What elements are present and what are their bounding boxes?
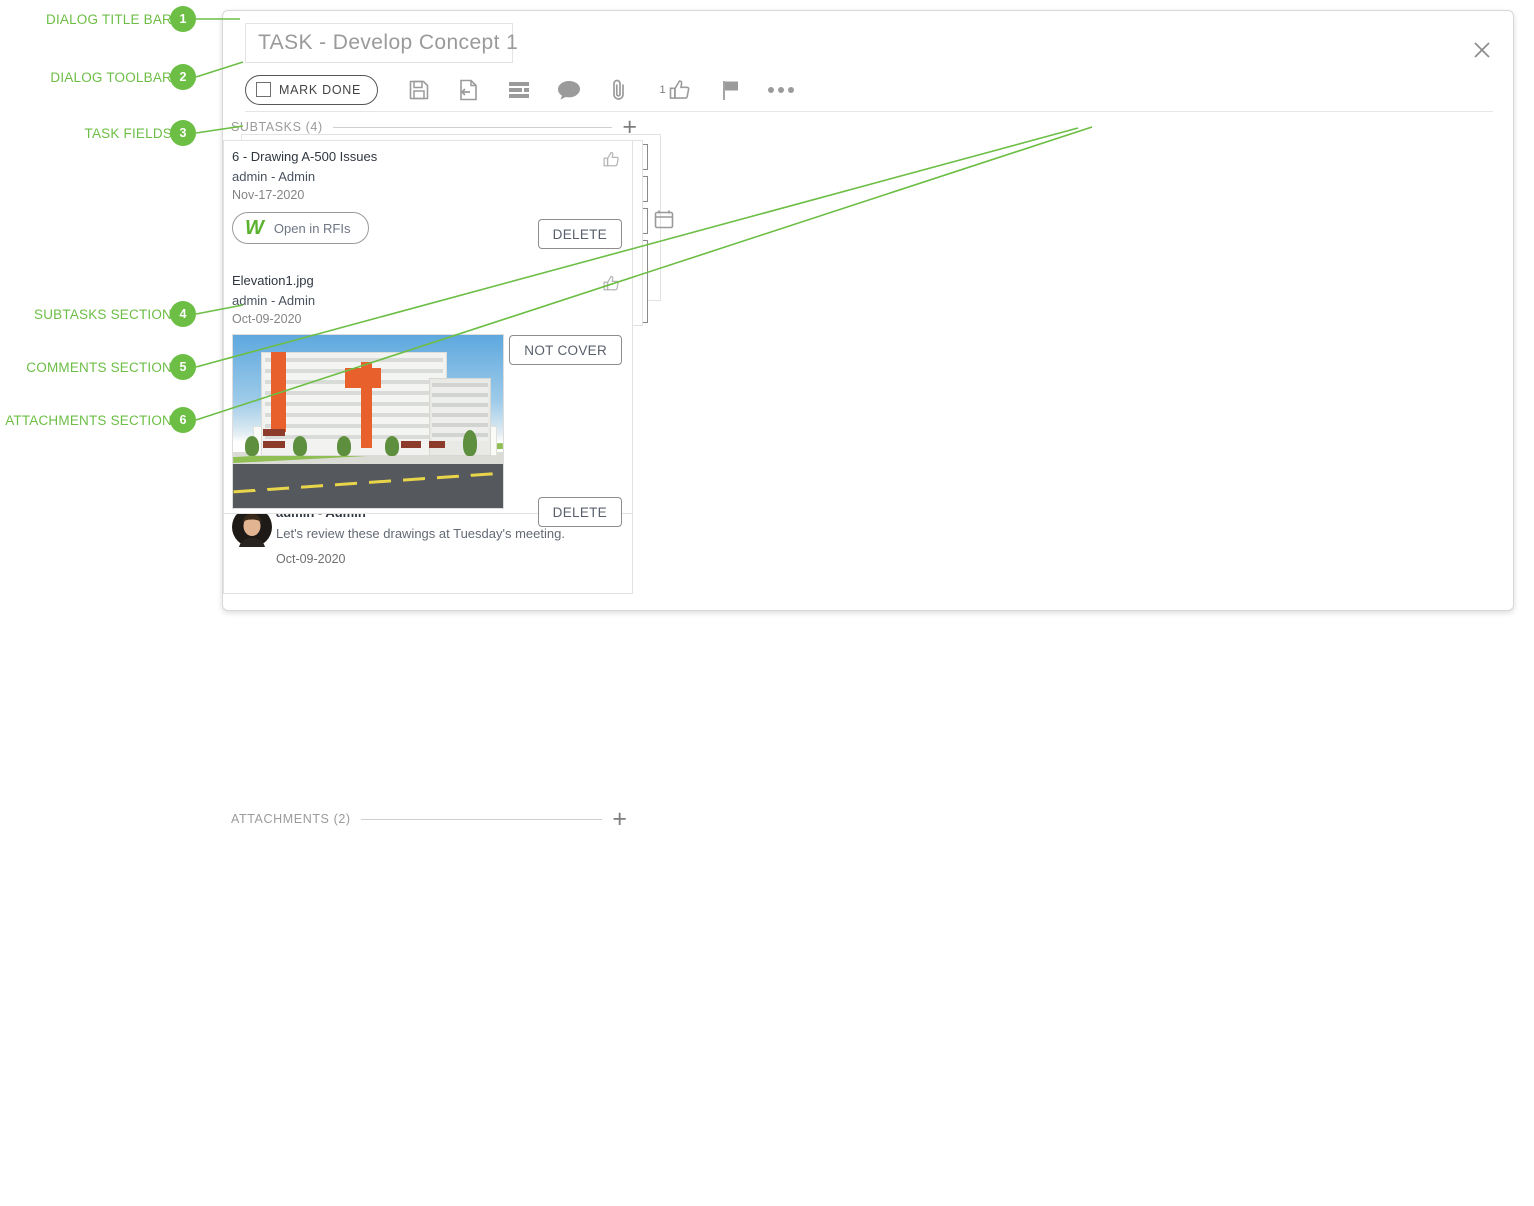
open-in-rfis-button[interactable]: W Open in RFIs <box>232 212 370 244</box>
attachment-user: admin - Admin <box>232 293 316 308</box>
annotation-label-3: TASK FIELDS <box>84 126 172 141</box>
annotation-label-1: DIALOG TITLE BAR <box>46 12 172 27</box>
annotation-badge-1: 1 <box>170 6 196 32</box>
save-icon[interactable] <box>394 70 444 110</box>
annotation-badge-6: 6 <box>170 407 196 433</box>
comment-text: Let's review these drawings at Tuesday's… <box>276 526 565 541</box>
open-in-rfis-label: Open in RFIs <box>273 220 351 236</box>
calendar-icon[interactable] <box>654 209 674 229</box>
attachment-like-icon[interactable] <box>603 151 620 168</box>
not-cover-button[interactable]: NOT COVER <box>509 335 622 365</box>
more-icon[interactable] <box>756 70 806 110</box>
thumbs-up-icon[interactable]: 1 <box>644 70 706 110</box>
attachments-title: ATTACHMENTS (2) <box>231 812 351 826</box>
close-icon[interactable] <box>1469 37 1495 63</box>
attachment-thumbnail[interactable] <box>232 334 504 509</box>
task-dialog: TASK - Develop Concept 1 MARK DONE 1 SUB… <box>222 10 1514 832</box>
export-icon[interactable] <box>444 70 494 110</box>
annotation-badge-2: 2 <box>170 64 196 90</box>
dialog-title-box: TASK - Develop Concept 1 <box>245 23 518 63</box>
flag-icon[interactable] <box>706 70 756 110</box>
attachment-icon[interactable] <box>594 70 644 110</box>
subtasks-title: SUBTASKS (4) <box>231 120 323 134</box>
annotation-label-6: ATTACHMENTS SECTION <box>5 413 172 428</box>
mark-done-label: MARK DONE <box>279 82 362 97</box>
delete-button[interactable]: DELETE <box>537 497 622 527</box>
list-icon[interactable] <box>494 70 544 110</box>
attachment-date: Nov-17-2020 <box>232 188 305 202</box>
attachment-item: Elevation1.jpg admin - Admin Oct-09-2020 <box>224 271 632 527</box>
dialog-toolbar: MARK DONE 1 <box>245 68 1493 112</box>
mark-done-checkbox-icon[interactable] <box>256 82 271 97</box>
attachments-header: ATTACHMENTS (2) + <box>223 806 633 832</box>
divider <box>332 126 613 128</box>
annotation-badge-4: 4 <box>170 301 196 327</box>
annotation-label-2: DIALOG TOOLBAR <box>50 70 172 85</box>
attachment-user: admin - Admin <box>232 169 316 184</box>
w-logo-icon: W <box>245 217 264 239</box>
dialog-title-bar: TASK - Develop Concept 1 <box>223 11 1513 68</box>
attachment-like-icon[interactable] <box>603 275 620 292</box>
delete-button[interactable]: DELETE <box>537 219 622 249</box>
mark-done-button[interactable]: MARK DONE <box>245 74 379 105</box>
attachment-name: 6 - Drawing A-500 Issues <box>232 149 378 164</box>
annotation-badge-5: 5 <box>170 354 196 380</box>
divider <box>360 818 603 820</box>
attachments-list: 6 - Drawing A-500 Issues admin - Admin N… <box>223 140 633 527</box>
annotation-badge-3: 3 <box>170 120 196 146</box>
annotation-label-5: COMMENTS SECTION <box>26 360 172 375</box>
attachment-name: Elevation1.jpg <box>232 273 314 288</box>
comment-icon[interactable] <box>544 70 594 110</box>
annotation-label-4: SUBTASKS SECTION <box>34 307 172 322</box>
page-title: TASK - Develop Concept 1 <box>258 31 519 54</box>
comment-date: Oct-09-2020 <box>276 552 346 566</box>
attachment-item: 6 - Drawing A-500 Issues admin - Admin N… <box>224 147 632 259</box>
add-attachment-button[interactable]: + <box>612 807 627 832</box>
attachment-date: Oct-09-2020 <box>232 312 302 326</box>
attachments-section: ATTACHMENTS (2) + 6 - Drawing A-500 Issu… <box>223 140 633 1206</box>
like-count: 1 <box>659 83 666 96</box>
